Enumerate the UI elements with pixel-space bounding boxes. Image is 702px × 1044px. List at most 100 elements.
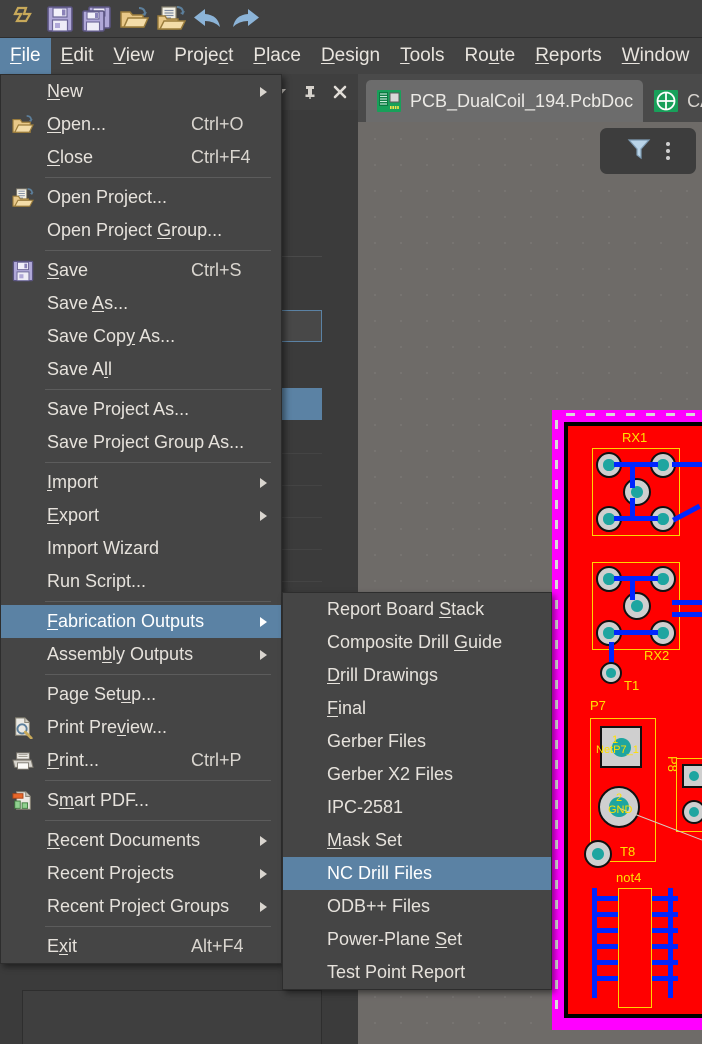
silk-t1: T1 — [624, 678, 640, 693]
save-icon[interactable] — [43, 2, 77, 36]
trace — [672, 462, 702, 467]
pad-number: 2 — [616, 792, 623, 804]
save-all-icon[interactable] — [80, 2, 114, 36]
file-menu-item-open-project[interactable]: Open Project... — [1, 181, 281, 214]
altium-logo-icon[interactable] — [6, 2, 40, 36]
tab-cam[interactable]: CAM — [643, 80, 702, 122]
file-menu-item-import[interactable]: Import — [1, 466, 281, 499]
file-menu-item-save-as[interactable]: Save As... — [1, 287, 281, 320]
fab-submenu-item-test-point-report[interactable]: Test Point Report — [283, 956, 551, 989]
menu-item-label: Exit — [47, 936, 78, 956]
menu-item-label: Assembly Outputs — [47, 644, 194, 664]
keepout-dash-top — [566, 413, 702, 416]
fab-submenu-item-odb-files[interactable]: ODB++ Files — [283, 890, 551, 923]
fab-submenu-item-final[interactable]: Final — [283, 692, 551, 725]
menu-item-label: Final — [327, 698, 367, 718]
file-menu-item-save-project-as[interactable]: Save Project As... — [1, 393, 281, 426]
menu-item-label: Gerber X2 Files — [327, 764, 454, 784]
silk-p7: P7 — [590, 698, 606, 713]
tab-label: PCB_DualCoil_194.PcbDoc — [410, 90, 634, 111]
file-menu-item-smart-pdf[interactable]: Smart PDF... — [1, 784, 281, 817]
file-menu-item-save[interactable]: Save Ctrl+S — [1, 254, 281, 287]
tab-label: CAM — [687, 90, 702, 111]
file-menu-item-open[interactable]: Open... Ctrl+O — [1, 108, 281, 141]
file-menu-item-exit[interactable]: Exit Alt+F4 — [1, 930, 281, 963]
file-menu-item-recent-project-groups[interactable]: Recent Project Groups — [1, 890, 281, 923]
fab-submenu-item-mask-set[interactable]: Mask Set — [283, 824, 551, 857]
filter-icon[interactable] — [626, 136, 652, 167]
file-menu-item-open-project-group[interactable]: Open Project Group... — [1, 214, 281, 247]
pin-icon[interactable] — [300, 82, 320, 102]
chevron-right-icon — [245, 86, 269, 98]
silk-not4: not4 — [616, 870, 642, 885]
pcb-board: RX1 RX2 T1 P7 1 NetP7_1 2 GND T8 not4 P8 — [552, 410, 702, 1030]
copper-plane: RX1 RX2 T1 P7 1 NetP7_1 2 GND T8 not4 P8 — [568, 426, 702, 1014]
file-menu-item-export[interactable]: Export — [1, 499, 281, 532]
file-menu-item-close[interactable]: Close Ctrl+F4 — [1, 141, 281, 174]
menu-item-shortcut: Alt+F4 — [191, 936, 244, 956]
menu-separator — [45, 780, 271, 781]
file-menu-item-assembly-outputs[interactable]: Assembly Outputs — [1, 638, 281, 671]
open-icon[interactable] — [117, 2, 151, 36]
menu-view[interactable]: View — [103, 38, 164, 74]
menu-item-label: Composite Drill Guide — [327, 632, 503, 652]
menu-file[interactable]: File — [0, 38, 51, 74]
fab-submenu-item-power-plane-set[interactable]: Power-Plane Set — [283, 923, 551, 956]
file-menu-item-fabrication-outputs[interactable]: Fabrication Outputs — [1, 605, 281, 638]
trace — [672, 600, 702, 605]
redo-icon[interactable] — [228, 2, 262, 36]
menu-route[interactable]: Route — [454, 38, 525, 74]
chevron-right-icon — [245, 477, 269, 489]
file-menu-item-print[interactable]: Print... Ctrl+P — [1, 744, 281, 777]
undo-icon[interactable] — [191, 2, 225, 36]
trace — [609, 642, 614, 664]
altium-designer-window: File Edit View Project Place Design Tool… — [0, 0, 702, 1044]
menu-design[interactable]: Design — [311, 38, 390, 74]
fab-submenu-item-ipc-2581[interactable]: IPC-2581 — [283, 791, 551, 824]
file-menu-item-new[interactable]: New — [1, 75, 281, 108]
file-menu-item-recent-projects[interactable]: Recent Projects — [1, 857, 281, 890]
file-menu-item-save-all[interactable]: Save All — [1, 353, 281, 386]
trace — [614, 516, 658, 521]
fab-submenu-item-drill-drawings[interactable]: Drill Drawings — [283, 659, 551, 692]
file-menu-item-page-setup[interactable]: Page Setup... — [1, 678, 281, 711]
menu-item-label: Power-Plane Set — [327, 929, 463, 949]
menu-tools[interactable]: Tools — [390, 38, 454, 74]
silk-rx1: RX1 — [622, 430, 648, 445]
file-menu-item-import-wizard[interactable]: Import Wizard — [1, 532, 281, 565]
menu-window[interactable]: Window — [612, 38, 700, 74]
file-menu-item-run-script[interactable]: Run Script... — [1, 565, 281, 598]
board-edge: RX1 RX2 T1 P7 1 NetP7_1 2 GND T8 not4 P8 — [564, 422, 702, 1018]
open-folder-icon — [12, 114, 34, 135]
fab-submenu-item-report-board-stack[interactable]: Report Board Stack — [283, 593, 551, 626]
menu-item-shortcut: Ctrl+O — [191, 114, 244, 134]
trace — [592, 928, 618, 933]
smart-pdf-icon — [12, 790, 34, 812]
silk-rx2: RX2 — [644, 648, 670, 663]
menu-separator — [45, 674, 271, 675]
file-menu-item-save-project-group-as[interactable]: Save Project Group As... — [1, 426, 281, 459]
tab-pcb-dualcoil[interactable]: PCB_DualCoil_194.PcbDoc — [366, 80, 644, 122]
trace — [672, 612, 702, 617]
fab-submenu-item-composite-drill-guide[interactable]: Composite Drill Guide — [283, 626, 551, 659]
fab-submenu-item-nc-drill-files[interactable]: NC Drill Files — [283, 857, 551, 890]
pcb-doc-icon — [377, 90, 401, 112]
more-options-icon[interactable] — [666, 142, 670, 160]
menu-item-label: Recent Documents — [47, 830, 201, 850]
menu-item-label: NC Drill Files — [327, 863, 432, 883]
menu-project[interactable]: Project — [164, 38, 243, 74]
menu-item-label: New — [47, 81, 84, 101]
file-menu-item-save-copy-as[interactable]: Save Copy As... — [1, 320, 281, 353]
menu-edit[interactable]: Edit — [51, 38, 104, 74]
menu-reports[interactable]: Reports — [525, 38, 612, 74]
menu-place[interactable]: Place — [243, 38, 311, 74]
menu-item-label: Recent Projects — [47, 863, 175, 883]
fab-submenu-item-gerber-x2-files[interactable]: Gerber X2 Files — [283, 758, 551, 791]
fab-submenu-item-gerber-files[interactable]: Gerber Files — [283, 725, 551, 758]
trace — [652, 896, 678, 901]
open-project-icon[interactable] — [154, 2, 188, 36]
close-icon[interactable] — [330, 82, 350, 102]
file-menu-item-recent-documents[interactable]: Recent Documents — [1, 824, 281, 857]
file-menu-item-print-preview[interactable]: Print Preview... — [1, 711, 281, 744]
document-tabs: PCB_DualCoil_194.PcbDoc CAM — [358, 74, 702, 122]
